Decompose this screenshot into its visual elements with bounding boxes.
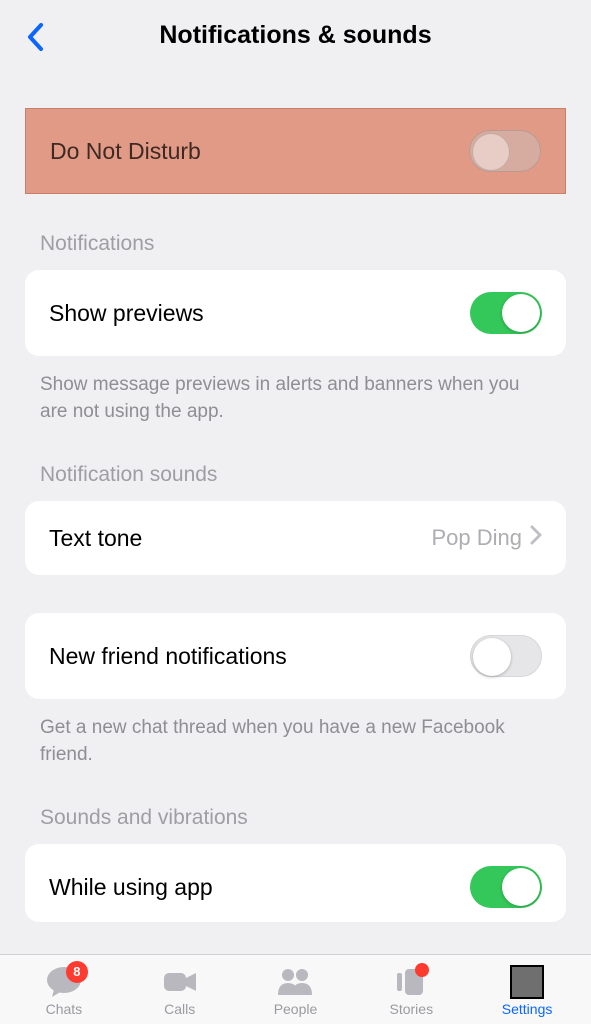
card-text-tone: Text tone Pop Ding — [25, 501, 566, 575]
tab-stories[interactable]: Stories — [353, 965, 469, 1017]
text-tone-value: Pop Ding — [431, 525, 522, 551]
tab-people-label: People — [274, 1001, 318, 1017]
show-previews-toggle[interactable] — [470, 292, 542, 334]
show-previews-footer: Show message previews in alerts and bann… — [0, 356, 591, 425]
tab-settings-label: Settings — [502, 1001, 553, 1017]
chevron-right-icon — [530, 525, 542, 551]
tab-stories-label: Stories — [390, 1001, 434, 1017]
text-tone-value-wrap: Pop Ding — [431, 525, 542, 551]
content-scroll[interactable]: Do Not Disturb Notifications Show previe… — [0, 70, 591, 954]
tab-bar: 8 Chats Calls People — [0, 954, 591, 1024]
section-header-notification-sounds: Notification sounds — [0, 425, 591, 501]
toggle-knob — [502, 868, 540, 906]
show-previews-label: Show previews — [49, 300, 204, 327]
tab-people[interactable]: People — [238, 965, 354, 1017]
text-tone-row[interactable]: Text tone Pop Ding — [25, 501, 566, 575]
while-using-row[interactable]: While using app — [25, 844, 566, 922]
stories-dot — [415, 963, 429, 977]
video-camera-icon — [160, 965, 200, 999]
tab-calls[interactable]: Calls — [122, 965, 238, 1017]
new-friend-row[interactable]: New friend notifications — [25, 613, 566, 699]
back-button[interactable] — [20, 22, 50, 52]
tab-calls-label: Calls — [164, 1001, 195, 1017]
while-using-toggle[interactable] — [470, 866, 542, 908]
do-not-disturb-toggle[interactable] — [469, 130, 541, 172]
do-not-disturb-label: Do Not Disturb — [50, 138, 201, 165]
stories-icon — [391, 965, 431, 999]
tab-chats-label: Chats — [46, 1001, 83, 1017]
chevron-left-icon — [26, 22, 44, 52]
new-friend-footer: Get a new chat thread when you have a ne… — [0, 699, 591, 768]
page-title: Notifications & sounds — [159, 21, 431, 50]
section-header-notifications: Notifications — [0, 194, 591, 270]
show-previews-row[interactable]: Show previews — [25, 270, 566, 356]
while-using-label: While using app — [49, 874, 213, 901]
settings-icon — [507, 965, 547, 999]
text-tone-label: Text tone — [49, 525, 142, 552]
spacer — [0, 575, 591, 613]
people-icon — [275, 965, 315, 999]
toggle-knob — [473, 638, 511, 676]
tab-settings[interactable]: Settings — [469, 965, 585, 1017]
new-friend-toggle[interactable] — [470, 635, 542, 677]
toggle-knob — [502, 294, 540, 332]
header: Notifications & sounds — [0, 0, 591, 70]
card-while-using: While using app — [25, 844, 566, 922]
new-friend-label: New friend notifications — [49, 643, 287, 670]
card-show-previews: Show previews — [25, 270, 566, 356]
chats-badge: 8 — [66, 961, 88, 983]
do-not-disturb-row[interactable]: Do Not Disturb — [25, 108, 566, 194]
tab-chats[interactable]: 8 Chats — [6, 965, 122, 1017]
card-new-friend: New friend notifications — [25, 613, 566, 699]
chat-bubble-icon: 8 — [44, 965, 84, 999]
toggle-knob — [472, 133, 510, 171]
section-header-sounds-vibrations: Sounds and vibrations — [0, 768, 591, 844]
